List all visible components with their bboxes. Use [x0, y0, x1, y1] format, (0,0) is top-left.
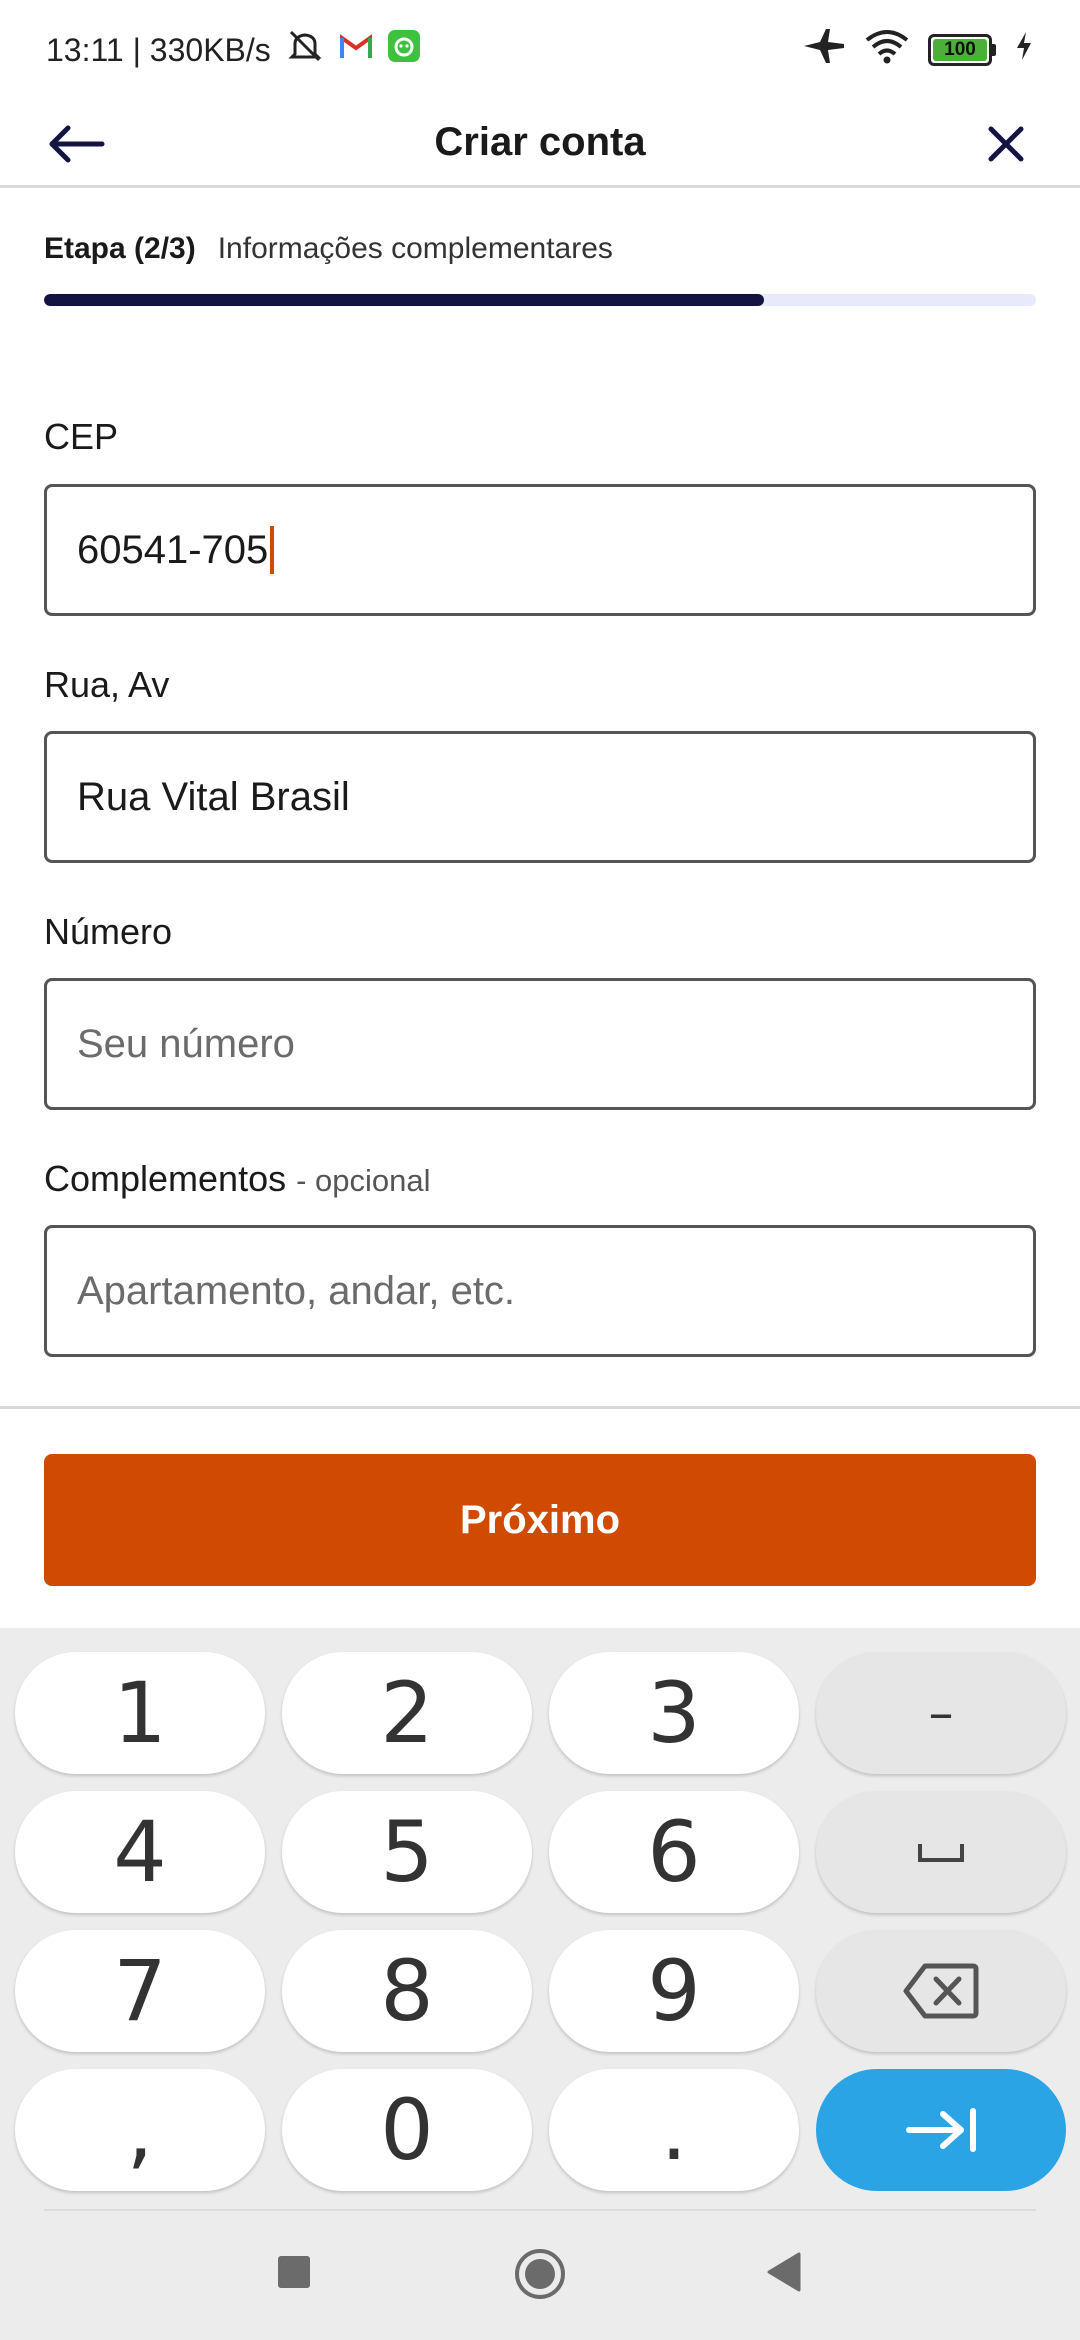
- status-left: 13:11 | 330KB/s: [46, 26, 421, 74]
- number-placeholder: Seu número: [77, 1021, 295, 1066]
- step-indicator: Etapa (2/3) Informações complementares: [44, 232, 613, 266]
- back-triangle-icon: [767, 2252, 801, 2292]
- recents-square-icon: [278, 2256, 310, 2288]
- key-3[interactable]: 3: [549, 1652, 799, 1774]
- key-6[interactable]: 6: [549, 1791, 799, 1913]
- wifi-icon: [864, 28, 910, 72]
- street-label: Rua, Av: [44, 664, 170, 705]
- mute-icon: [285, 26, 325, 74]
- back-button[interactable]: [44, 114, 108, 174]
- battery-icon: 100: [928, 34, 996, 66]
- backspace-icon: [903, 1963, 979, 2019]
- cep-value: 60541-705: [77, 527, 269, 572]
- complement-placeholder: Apartamento, andar, etc.: [77, 1268, 516, 1313]
- street-input[interactable]: Rua Vital Brasil: [44, 731, 1036, 863]
- step-description: Informações complementares: [217, 232, 613, 265]
- complement-input[interactable]: Apartamento, andar, etc.: [44, 1225, 1036, 1357]
- number-input[interactable]: Seu número: [44, 978, 1036, 1110]
- complement-label: Complementos - opcional: [44, 1158, 431, 1200]
- key-9[interactable]: 9: [549, 1930, 799, 2052]
- key-2[interactable]: 2: [282, 1652, 532, 1774]
- status-time-speed: 13:11 | 330KB/s: [46, 31, 271, 68]
- page-title: Criar conta: [434, 120, 646, 164]
- keyboard-divider: [44, 2209, 1036, 2211]
- progress-bar: [44, 294, 1036, 306]
- battery-level: 100: [933, 39, 987, 61]
- enter-key[interactable]: [816, 2069, 1066, 2191]
- next-button[interactable]: Próximo: [44, 1454, 1036, 1586]
- text-cursor: [270, 526, 275, 574]
- key-0[interactable]: 0: [282, 2069, 532, 2191]
- space-key[interactable]: [816, 1791, 1066, 1913]
- gmail-icon: [339, 32, 373, 69]
- street-value: Rua Vital Brasil: [77, 774, 350, 819]
- space-icon: [918, 1844, 964, 1862]
- key-7[interactable]: 7: [15, 1930, 265, 2052]
- key-8[interactable]: 8: [282, 1930, 532, 2052]
- key-5[interactable]: 5: [282, 1791, 532, 1913]
- key-1[interactable]: 1: [15, 1652, 265, 1774]
- charging-icon: [1014, 30, 1034, 70]
- close-icon: [988, 126, 1024, 162]
- key-comma[interactable]: ,: [15, 2069, 265, 2191]
- enter-tab-icon: [906, 2108, 976, 2152]
- app-header: Criar conta: [0, 100, 1080, 188]
- complement-label-text: Complementos: [44, 1158, 287, 1199]
- arrow-left-icon: [49, 125, 105, 163]
- progress-bar-fill: [44, 294, 765, 306]
- back-nav-button[interactable]: [760, 2248, 808, 2296]
- home-circle-icon: [515, 2249, 565, 2299]
- close-button[interactable]: [976, 114, 1036, 174]
- airplane-mode-icon: [802, 26, 846, 74]
- system-nav-bar: [0, 2224, 1080, 2324]
- cep-input[interactable]: 60541-705: [44, 484, 1036, 616]
- backspace-key[interactable]: [816, 1930, 1066, 2052]
- optional-note: - opcional: [296, 1163, 431, 1198]
- minus-key[interactable]: –: [816, 1652, 1066, 1774]
- status-right: 100: [802, 26, 1034, 74]
- cep-label: CEP: [44, 416, 119, 457]
- app-notification-icon: [387, 29, 421, 71]
- step-label: Etapa (2/3): [44, 232, 196, 265]
- home-button[interactable]: [512, 2246, 568, 2302]
- key-4[interactable]: 4: [15, 1791, 265, 1913]
- number-label: Número: [44, 911, 173, 952]
- divider: [0, 1406, 1080, 1409]
- status-bar: 13:11 | 330KB/s 100: [0, 0, 1080, 100]
- key-period[interactable]: .: [549, 2069, 799, 2191]
- recents-button[interactable]: [270, 2248, 318, 2296]
